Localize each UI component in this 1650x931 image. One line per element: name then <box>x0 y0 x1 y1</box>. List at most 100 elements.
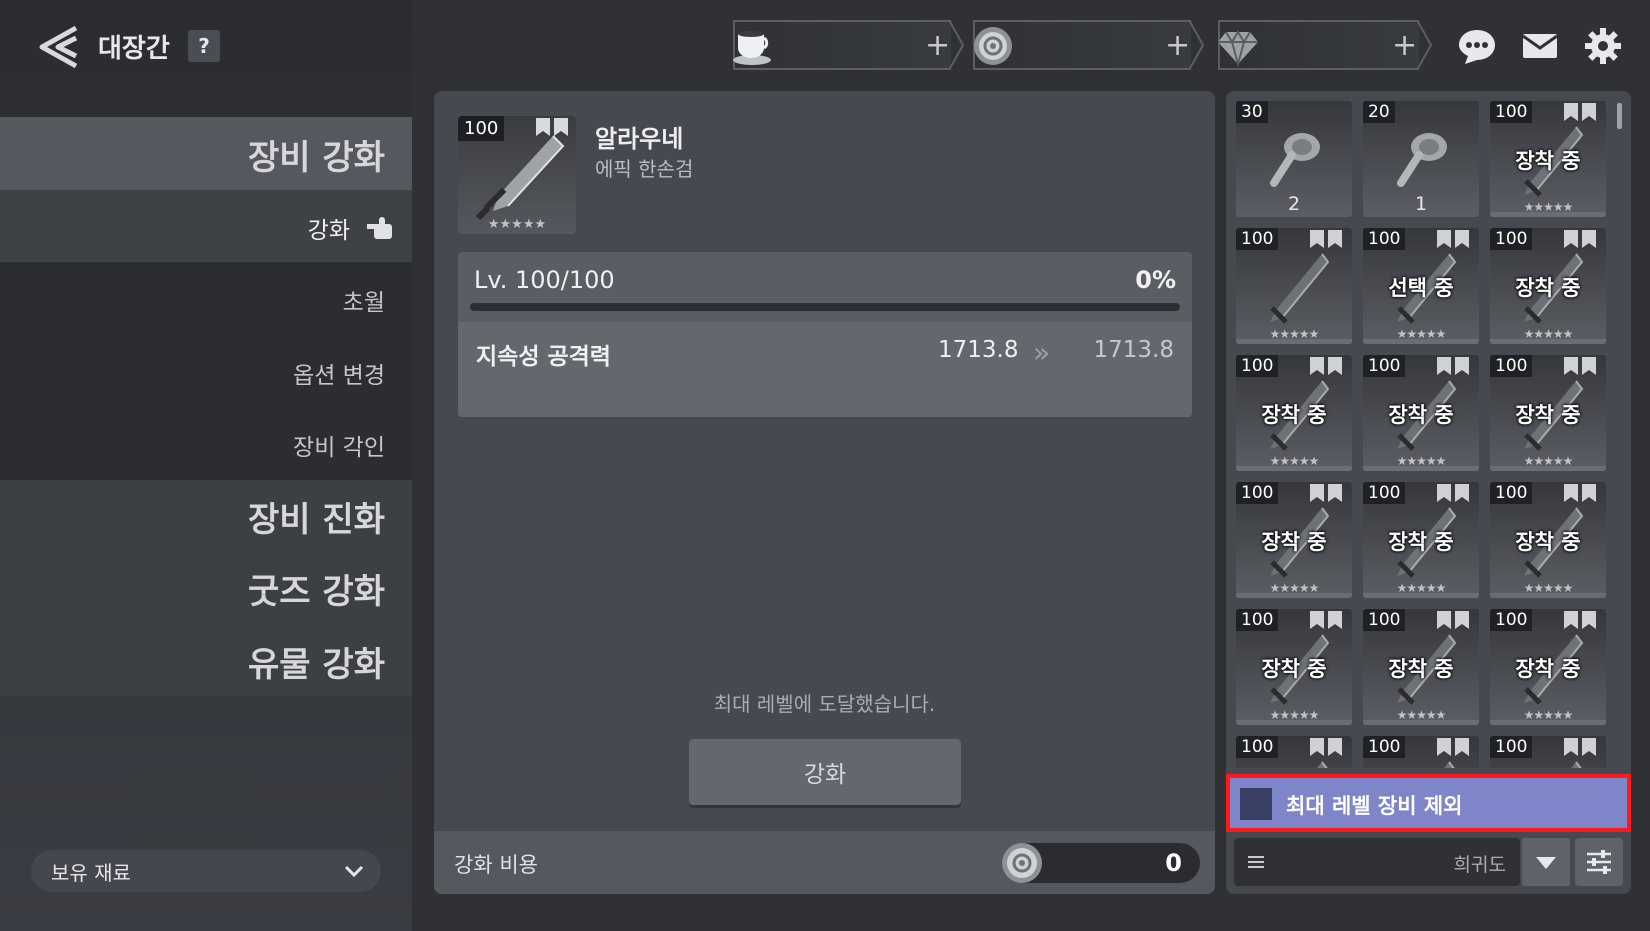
stat-name: 지속성 공격력 <box>476 344 611 370</box>
submenu-item-option-change[interactable]: 옵션 변경 <box>293 356 385 390</box>
owned-materials-dropdown[interactable]: 보유 재료 <box>31 850 381 892</box>
inventory-cell[interactable]: 100 장착 중 ★★★★★ <box>1363 482 1479 598</box>
inventory-cell[interactable]: 100 장착 중 ★★★★★ <box>1490 609 1606 725</box>
inventory-cell[interactable]: 20 1 <box>1363 101 1479 217</box>
submenu-item-transcend[interactable]: 초월 <box>343 283 385 317</box>
cell-bottom-line <box>1490 720 1606 725</box>
enhance-cost-value: 0 <box>1165 849 1182 877</box>
item-stars: ★★★★★ <box>487 217 547 232</box>
sort-bar: 희귀도 <box>1234 838 1623 886</box>
cell-level-tag: 30 <box>1236 101 1268 123</box>
exclude-max-level-label: 최대 레벨 장비 제외 <box>1286 794 1463 818</box>
coin-icon <box>1002 843 1042 883</box>
cell-status-badge: 장착 중 <box>1261 657 1327 681</box>
inventory-cell[interactable]: 100 장착 중 ★★★★★ <box>1490 101 1606 217</box>
cell-bottom-line <box>1236 593 1352 598</box>
inventory-cell[interactable]: 100 장착 중 ★★★★★ <box>1490 482 1606 598</box>
cell-level-tag: 100 <box>1490 228 1533 250</box>
bookmark-icons <box>1564 103 1596 121</box>
cell-level-tag: 100 <box>1236 228 1279 250</box>
currency-teacup: + <box>733 20 965 70</box>
inventory-grid: 30 2 20 1 100 장착 중 ★★★★★ 100 ★★★★★ 100 선택 중 ★★★★★ 10… <box>1236 101 1611 768</box>
cell-status-badge: 장착 중 <box>1515 657 1581 681</box>
chat-icon[interactable] <box>1457 26 1497 66</box>
inventory-cell[interactable]: 100 <box>1490 736 1606 768</box>
cell-bottom-line <box>1490 466 1606 471</box>
cell-bottom-line <box>1490 212 1606 217</box>
owned-materials-label: 보유 재료 <box>51 860 131 885</box>
hammer-icon <box>1397 133 1447 187</box>
add-teacup-button[interactable]: + <box>925 28 950 63</box>
bookmark-icons <box>1564 738 1596 756</box>
menu-item-equip-enhance[interactable]: 장비 강화 <box>248 130 385 179</box>
filter-button[interactable] <box>1575 838 1623 886</box>
inventory-panel: 30 2 20 1 100 장착 중 ★★★★★ 100 ★★★★★ 100 선택 중 ★★★★★ 10… <box>1226 91 1631 894</box>
cell-status-badge: 장착 중 <box>1515 530 1581 554</box>
enhance-button[interactable]: 강화 <box>689 739 961 805</box>
submenu-item-engrave[interactable]: 장비 각인 <box>293 428 385 462</box>
sidebar: 대장간 ? 장비 강화 강화 초월 옵션 변경 장비 각인 장비 진화 굿즈 강… <box>0 0 412 931</box>
inventory-cell[interactable]: 100 장착 중 ★★★★★ <box>1236 609 1352 725</box>
inventory-cell[interactable]: 30 2 <box>1236 101 1352 217</box>
item-thumbnail[interactable]: 100 ★★★★★ <box>458 116 576 234</box>
list-icon <box>1248 856 1264 868</box>
inventory-cell[interactable]: 100 선택 중 ★★★★★ <box>1363 228 1479 344</box>
inventory-cell[interactable]: 100 ★★★★★ <box>1236 228 1352 344</box>
sort-select[interactable]: 희귀도 <box>1234 838 1520 886</box>
cell-level-tag: 100 <box>1490 101 1533 123</box>
cell-count: 1 <box>1414 193 1428 215</box>
sort-direction-button[interactable] <box>1522 838 1570 886</box>
inventory-cell[interactable]: 100 장착 중 ★★★★★ <box>1363 609 1479 725</box>
help-button[interactable]: ? <box>188 30 220 62</box>
mail-icon[interactable] <box>1520 26 1560 66</box>
cell-bottom-line <box>1363 466 1479 471</box>
cell-level-tag: 100 <box>1236 355 1279 377</box>
sort-value: 희귀도 <box>1453 854 1506 876</box>
bookmark-icons <box>1437 611 1469 629</box>
inventory-cell[interactable]: 100 장착 중 ★★★★★ <box>1236 355 1352 471</box>
stat-next: 1713.8 <box>1093 337 1174 363</box>
bookmark-icons <box>1564 484 1596 502</box>
exp-progress-bar <box>470 303 1180 311</box>
bookmark-icons <box>1564 230 1596 248</box>
currency-arrow <box>949 20 965 70</box>
inventory-cell[interactable]: 100 장착 중 ★★★★★ <box>1490 355 1606 471</box>
menu-item-goods-enhance[interactable]: 굿즈 강화 <box>248 564 385 613</box>
item-type: 에픽 한손검 <box>595 157 694 181</box>
exclude-max-level-toggle[interactable]: 최대 레벨 장비 제외 <box>1226 774 1631 832</box>
bookmark-icons <box>1437 357 1469 375</box>
inventory-cell[interactable]: 100 장착 중 ★★★★★ <box>1490 228 1606 344</box>
exclude-max-level-checkbox[interactable] <box>1240 788 1272 820</box>
back-arrow-icon[interactable] <box>36 24 80 70</box>
exp-percent: 0% <box>1135 266 1176 294</box>
gear-icon[interactable] <box>1583 26 1623 66</box>
bookmark-icons <box>1310 611 1342 629</box>
inventory-cell[interactable]: 100 <box>1236 736 1352 768</box>
cell-level-tag: 100 <box>1490 482 1533 504</box>
bookmark-icons <box>1564 611 1596 629</box>
submenu-item-enhance[interactable]: 강화 <box>308 211 350 245</box>
currency-arrow <box>1189 20 1205 70</box>
item-name: 알라우네 <box>595 125 684 153</box>
stat-current: 1713.8 <box>938 337 1019 363</box>
coin-icon <box>974 27 1012 65</box>
currency-diamond: + <box>1218 20 1433 70</box>
inventory-scrollbar[interactable] <box>1617 103 1622 129</box>
chevron-down-icon <box>344 865 364 878</box>
add-coin-button[interactable]: + <box>1165 28 1190 63</box>
cell-level-tag: 100 <box>1363 228 1406 250</box>
cell-bottom-line <box>1490 339 1606 344</box>
pointer-hand-icon <box>367 217 392 239</box>
inventory-cell[interactable]: 100 장착 중 ★★★★★ <box>1236 482 1352 598</box>
inventory-cell[interactable]: 100 <box>1363 736 1479 768</box>
cell-status-badge: 장착 중 <box>1388 530 1454 554</box>
menu-item-equip-evolve[interactable]: 장비 진화 <box>248 492 385 541</box>
cell-status-badge: 장착 중 <box>1515 149 1581 173</box>
cell-status-badge: 장착 중 <box>1261 403 1327 427</box>
cell-bottom-line <box>1490 593 1606 598</box>
inventory-cell[interactable]: 100 장착 중 ★★★★★ <box>1363 355 1479 471</box>
cell-bottom-line <box>1236 466 1352 471</box>
cell-level-tag: 100 <box>1236 609 1279 631</box>
add-diamond-button[interactable]: + <box>1392 28 1417 63</box>
menu-item-relic-enhance[interactable]: 유물 강화 <box>248 637 385 686</box>
